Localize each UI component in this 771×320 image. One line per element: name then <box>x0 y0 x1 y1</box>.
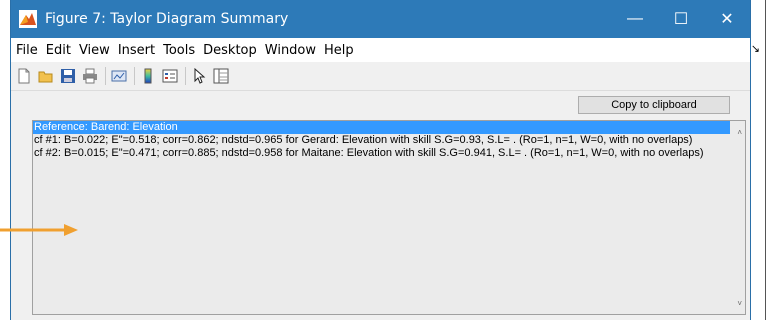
menu-window[interactable]: Window <box>262 43 319 58</box>
toolbar-separator <box>134 67 135 85</box>
list-item-reference[interactable]: Reference: Barend: Elevation <box>33 121 730 134</box>
menu-insert[interactable]: Insert <box>115 43 158 58</box>
open-file-icon[interactable] <box>37 67 55 85</box>
save-icon[interactable] <box>59 67 77 85</box>
legend-icon[interactable] <box>161 67 179 85</box>
close-button[interactable]: ✕ <box>704 0 750 38</box>
minimize-button[interactable]: — <box>612 0 658 38</box>
menu-edit[interactable]: Edit <box>43 43 74 58</box>
toolbar-separator <box>105 67 106 85</box>
maximize-button[interactable]: ☐ <box>658 0 704 38</box>
menu-tools[interactable]: Tools <box>160 43 198 58</box>
menu-help[interactable]: Help <box>321 43 357 58</box>
listbox-scrollbar[interactable]: ˄ ˅ <box>731 121 745 314</box>
divider-line <box>765 0 766 320</box>
menu-view[interactable]: View <box>76 43 113 58</box>
colorbar-icon[interactable] <box>139 67 157 85</box>
property-inspector-icon[interactable] <box>212 67 230 85</box>
list-item-cf2[interactable]: cf #2: B=0.015; E"=0.471; corr=0.885; nd… <box>33 147 745 160</box>
print-icon[interactable] <box>81 67 99 85</box>
link-plot-icon[interactable] <box>110 67 128 85</box>
new-figure-icon[interactable] <box>15 67 33 85</box>
matlab-icon <box>19 10 37 28</box>
list-item-cf1[interactable]: cf #1: B=0.022; E"=0.518; corr=0.862; nd… <box>33 134 745 147</box>
dock-arrow-icon[interactable]: ↘ <box>751 42 760 55</box>
scroll-down-icon[interactable]: ˅ <box>737 297 742 310</box>
annotation-arrow-icon <box>0 224 78 236</box>
window-title: Figure 7: Taylor Diagram Summary <box>45 11 289 27</box>
figure-window: Figure 7: Taylor Diagram Summary — ☐ ✕ F… <box>10 0 760 320</box>
edit-plot-arrow-icon[interactable] <box>190 67 208 85</box>
toolbar-separator <box>185 67 186 85</box>
scroll-up-icon[interactable]: ˄ <box>737 126 742 139</box>
title-bar[interactable]: Figure 7: Taylor Diagram Summary — ☐ ✕ <box>11 0 750 38</box>
menu-desktop[interactable]: Desktop <box>200 43 260 58</box>
summary-listbox[interactable]: Reference: Barend: Elevation cf #1: B=0.… <box>32 120 746 315</box>
copy-to-clipboard-button[interactable]: Copy to clipboard <box>578 96 730 114</box>
menu-bar: File Edit View Insert Tools Desktop Wind… <box>11 38 760 63</box>
toolbar <box>11 62 750 91</box>
menu-file[interactable]: File <box>13 43 41 58</box>
